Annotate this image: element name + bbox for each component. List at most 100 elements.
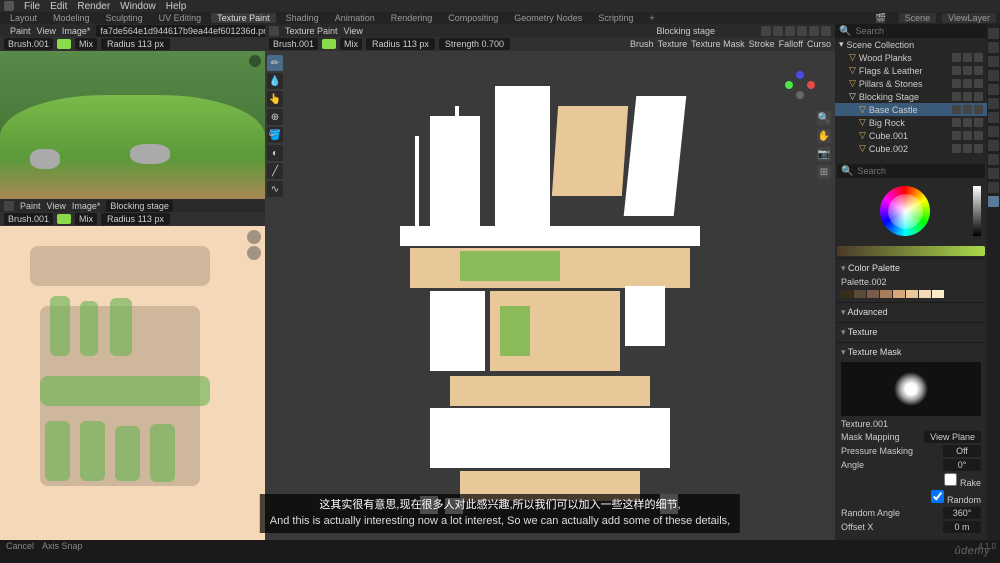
image-name[interactable]: Blocking stage	[106, 200, 173, 212]
mode-texture-paint[interactable]: Texture Paint	[285, 26, 338, 36]
preview-viewport[interactable]	[0, 51, 265, 199]
palette-swatch[interactable]	[919, 290, 931, 298]
outliner-search-input[interactable]	[855, 26, 983, 36]
navigation-gizmo[interactable]	[785, 71, 815, 101]
shading-material-icon[interactable]	[809, 26, 819, 36]
current-color-bar[interactable]	[837, 246, 985, 256]
random-angle-value[interactable]: 360°	[943, 507, 981, 519]
shading-wireframe-icon[interactable]	[785, 26, 795, 36]
eye-icon[interactable]	[952, 118, 961, 127]
shading-rendered-icon[interactable]	[821, 26, 831, 36]
rake-checkbox[interactable]: Rake	[944, 473, 981, 488]
menu-file[interactable]: File	[24, 1, 40, 12]
image-menu[interactable]: Image*	[72, 201, 101, 211]
tab-shading[interactable]: Shading	[280, 13, 325, 23]
menu-edit[interactable]: Edit	[50, 1, 67, 12]
select-icon[interactable]	[963, 144, 972, 153]
status-cancel[interactable]: Cancel	[6, 541, 34, 551]
tab-sculpting[interactable]: Sculpting	[100, 13, 149, 23]
soften-tool-icon[interactable]: 💧	[267, 73, 283, 89]
view-menu[interactable]: View	[47, 201, 66, 211]
blender-icon[interactable]	[4, 1, 14, 11]
disable-icon[interactable]	[974, 131, 983, 140]
output-tab-icon[interactable]	[988, 42, 999, 53]
advanced-header[interactable]: Advanced	[841, 305, 981, 320]
outliner-root[interactable]: ▾Scene Collection	[835, 38, 987, 51]
tab-modeling[interactable]: Modeling	[47, 13, 96, 23]
palette-swatch[interactable]	[841, 290, 853, 298]
viewlayer-selector[interactable]: ViewLayer	[942, 13, 996, 23]
radius-field[interactable]: Radius 113 px	[101, 213, 170, 225]
texture-tab-icon[interactable]	[988, 196, 999, 207]
modifier-tab-icon[interactable]	[988, 112, 999, 123]
outliner-item[interactable]: ▽Pillars & Stones	[835, 77, 987, 90]
select-icon[interactable]	[963, 105, 972, 114]
tab-animation[interactable]: Animation	[329, 13, 381, 23]
eye-icon[interactable]	[952, 79, 961, 88]
world-tab-icon[interactable]	[988, 84, 999, 95]
menu-render[interactable]: Render	[77, 1, 110, 12]
select-icon[interactable]	[963, 79, 972, 88]
tab-layout[interactable]: Layout	[4, 13, 43, 23]
falloff-dropdown[interactable]: Falloff	[779, 39, 803, 49]
palette-swatch[interactable]	[906, 290, 918, 298]
line-tool-icon[interactable]: ╱	[267, 163, 283, 179]
object-mode-selector[interactable]: Blocking stage	[656, 26, 715, 36]
texture-name[interactable]: Texture.001	[841, 419, 888, 429]
angle-value[interactable]: 0°	[943, 459, 981, 471]
palette-swatch[interactable]	[880, 290, 892, 298]
brush-selector[interactable]: Brush.001	[269, 38, 318, 50]
brush-selector[interactable]: Brush.001	[4, 213, 53, 225]
zoom-icon[interactable]	[249, 55, 261, 67]
brush-color[interactable]	[322, 39, 336, 49]
menu-help[interactable]: Help	[166, 1, 187, 12]
viewlayer-tab-icon[interactable]	[988, 56, 999, 67]
outliner-item[interactable]: ▽Blocking Stage	[835, 90, 987, 103]
texture-viewport[interactable]	[0, 226, 265, 540]
disable-icon[interactable]	[974, 92, 983, 101]
outliner-item[interactable]: ▽Base Castle	[835, 103, 987, 116]
palette-swatch[interactable]	[932, 290, 944, 298]
palette-swatch[interactable]	[867, 290, 879, 298]
status-axis-snap[interactable]: Axis Snap	[42, 541, 83, 551]
mask-tool-icon[interactable]: ◐	[267, 145, 283, 161]
shading-solid-icon[interactable]	[797, 26, 807, 36]
view-menu[interactable]: View	[37, 26, 56, 36]
eye-icon[interactable]	[952, 131, 961, 140]
tab-compositing[interactable]: Compositing	[442, 13, 504, 23]
mask-mapping-value[interactable]: View Plane	[924, 431, 981, 443]
eye-icon[interactable]	[952, 105, 961, 114]
image-menu[interactable]: Image*	[62, 26, 91, 36]
texture-preview[interactable]	[841, 362, 981, 416]
render-tab-icon[interactable]	[988, 28, 999, 39]
properties-search-input[interactable]	[857, 166, 981, 176]
blend-mode[interactable]: Mix	[75, 213, 97, 225]
clone-tool-icon[interactable]: ⊕	[267, 109, 283, 125]
constraint-tab-icon[interactable]	[988, 154, 999, 165]
brush-dropdown[interactable]: Brush	[630, 39, 654, 49]
curve-tool-icon[interactable]: ∿	[267, 181, 283, 197]
eye-icon[interactable]	[952, 144, 961, 153]
palette-swatch[interactable]	[893, 290, 905, 298]
scene-selector[interactable]: Scene	[899, 13, 937, 23]
radius-field[interactable]: Radius 113 px	[366, 38, 435, 50]
tab-scripting[interactable]: Scripting	[592, 13, 639, 23]
disable-icon[interactable]	[974, 53, 983, 62]
blend-mode[interactable]: Mix	[75, 38, 97, 50]
tab-geometry-nodes[interactable]: Geometry Nodes	[508, 13, 588, 23]
smear-tool-icon[interactable]: 👆	[267, 91, 283, 107]
gizmo-icon[interactable]	[773, 26, 783, 36]
image-filename[interactable]: fa7de564e1d944617b9ea44ef601236d.png	[96, 25, 277, 37]
select-icon[interactable]	[963, 131, 972, 140]
palette-name[interactable]: Palette.002	[841, 277, 887, 287]
view-menu[interactable]: View	[344, 26, 363, 36]
scene-tab-icon[interactable]	[988, 70, 999, 81]
select-icon[interactable]	[963, 53, 972, 62]
value-slider[interactable]	[973, 186, 981, 236]
zoom-icon[interactable]: 🔍	[817, 111, 831, 125]
paint-menu[interactable]: Paint	[10, 26, 31, 36]
disable-icon[interactable]	[974, 118, 983, 127]
radius-field[interactable]: Radius 113 px	[101, 38, 170, 50]
cursor-dropdown[interactable]: Curso	[807, 39, 831, 49]
tab-rendering[interactable]: Rendering	[385, 13, 439, 23]
